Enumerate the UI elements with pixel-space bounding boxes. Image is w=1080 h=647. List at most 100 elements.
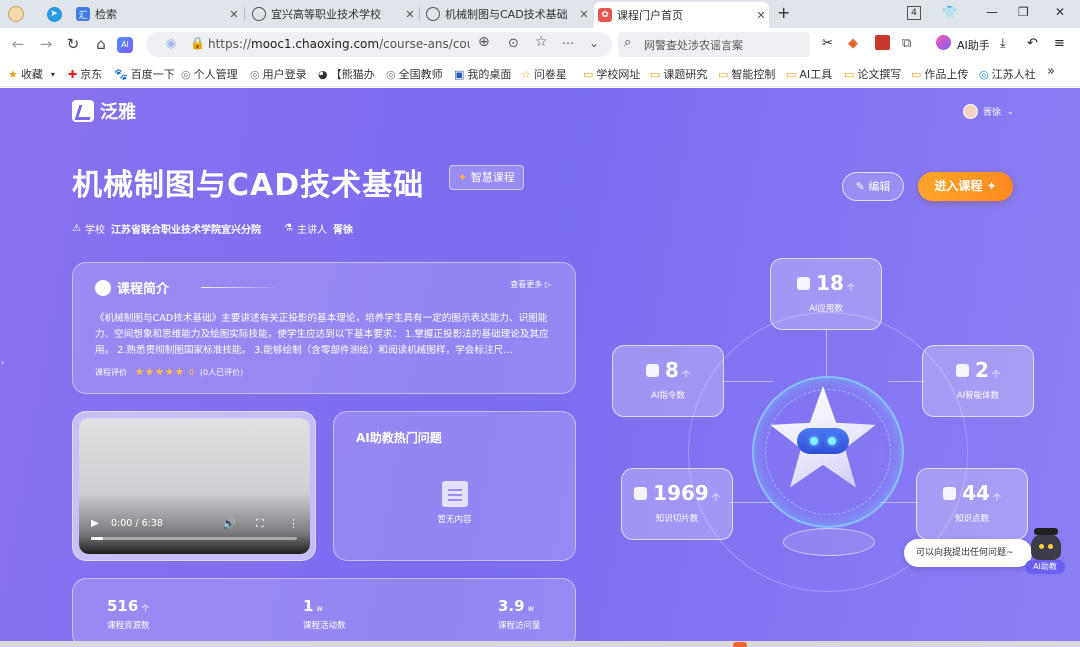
- bookmark-desktop[interactable]: ▣ 我的桌面: [454, 66, 511, 82]
- metric-unit: 个: [846, 283, 855, 292]
- video-progress-bar[interactable]: [91, 537, 297, 540]
- smart-tag-label: 智慧课程: [470, 171, 515, 184]
- globe-icon: ◎: [979, 67, 989, 81]
- fullscreen-icon[interactable]: ⛶: [256, 517, 264, 531]
- reload-icon[interactable]: ↻: [63, 35, 83, 53]
- tab-portal-home[interactable]: ✿ 课程门户首页 ✕: [594, 2, 769, 28]
- ai-browser-icon[interactable]: AI: [117, 37, 133, 53]
- tab-school[interactable]: 宜兴高等职业技术学校 ✕: [248, 2, 418, 26]
- view-more-link[interactable]: 查看更多 ▷: [510, 279, 551, 290]
- metric-unit: 个: [991, 370, 1000, 379]
- window-close-icon[interactable]: ✕: [1055, 5, 1065, 19]
- globe-icon: [426, 7, 440, 21]
- metric-ai-agents[interactable]: 2个 AI智能体数: [922, 345, 1034, 417]
- bookmark-label: 百度一下: [130, 68, 175, 81]
- bookmark-label: 学校网址: [596, 68, 641, 81]
- undo-icon[interactable]: ↶: [1027, 36, 1038, 51]
- minimize-icon[interactable]: —: [986, 5, 998, 19]
- play-icon[interactable]: ▶: [91, 518, 99, 529]
- shirt-icon[interactable]: 👕: [942, 5, 957, 19]
- bookmark-folder-school[interactable]: ▭ 学校网址: [583, 66, 640, 82]
- close-icon[interactable]: ✕: [576, 8, 592, 21]
- ai-assistant-icon[interactable]: [936, 35, 951, 50]
- lecturer-icon: ⚗: [284, 223, 293, 234]
- video-time: 0:00 / 6:38: [111, 518, 163, 529]
- edit-button[interactable]: ✎ 编辑: [842, 172, 904, 201]
- fox-extension-icon[interactable]: ◆: [848, 36, 858, 51]
- bookmark-folder-research[interactable]: ▭ 课题研究: [650, 66, 707, 82]
- intro-icon: [95, 279, 111, 296]
- tab-count-button[interactable]: 4: [907, 6, 921, 20]
- metric-value: 8: [665, 358, 679, 382]
- jd-icon: ✚: [68, 67, 78, 81]
- rating-stars[interactable]: ★★★★★: [135, 367, 185, 378]
- url-prefix: https://: [208, 37, 252, 51]
- lecturer-label: 主讲人: [296, 225, 327, 236]
- bookmark-folder-ai[interactable]: ▭ AI工具: [786, 66, 832, 82]
- forward-icon[interactable]: →: [36, 35, 56, 53]
- w-extension-icon[interactable]: [875, 35, 890, 50]
- download-icon[interactable]: ⤓: [1000, 36, 1006, 51]
- metric-knowledge-points[interactable]: 44 个 知识点数: [916, 468, 1028, 540]
- close-icon[interactable]: ✕: [753, 9, 769, 22]
- metric-knowledge-slices[interactable]: 1969 个 知识切片数: [621, 468, 733, 540]
- bookmark-favorites[interactable]: ★ 收藏 ▾: [8, 66, 55, 82]
- bookmark-personal[interactable]: ◎ 个人管理: [181, 66, 238, 82]
- zoom-icon[interactable]: ⊕: [478, 34, 490, 50]
- home-icon[interactable]: ⌂: [91, 35, 111, 53]
- empty-document-icon: [442, 481, 468, 507]
- url-text[interactable]: https://mooc1.chaoxing.com/course-ans/co…: [208, 37, 470, 51]
- bookmark-wjx[interactable]: ☆ 问卷星: [521, 66, 567, 82]
- close-icon[interactable]: ✕: [226, 8, 242, 21]
- telegram-icon[interactable]: ➤: [44, 4, 64, 24]
- stat-label: 课程资源数: [107, 621, 150, 631]
- ai-assistant-label[interactable]: AI助手: [957, 37, 990, 53]
- bookmark-folder-control[interactable]: ▭ 智能控制: [718, 66, 775, 82]
- bookmark-folder-upload[interactable]: ▭ 作品上传: [911, 66, 968, 82]
- location-icon[interactable]: ⊙: [508, 36, 519, 51]
- metric-ai-apps[interactable]: 18 个 AI应用数: [770, 258, 882, 330]
- bookmark-star-icon[interactable]: ☆: [535, 34, 548, 50]
- back-icon[interactable]: ←: [8, 35, 28, 53]
- tab-search[interactable]: 汇 检索 ✕: [72, 2, 242, 26]
- metric-ai-commands[interactable]: 8个 AI指令数: [612, 345, 724, 417]
- ai-tutor-icon[interactable]: [1031, 528, 1061, 560]
- chevron-down-icon[interactable]: ⌄: [589, 36, 599, 50]
- user-menu[interactable]: 胥徐 ⌄: [963, 104, 1014, 119]
- sparkle-icon: ✦: [458, 171, 468, 184]
- avatar: [963, 104, 978, 119]
- fanya-logo-icon: [72, 100, 94, 122]
- taskbar-app-icon[interactable]: [733, 642, 747, 647]
- search-box[interactable]: ⌕ 网警查处涉农谣言案: [618, 32, 810, 57]
- connector-line: [723, 381, 773, 382]
- intro-text: 《机械制图与CAD技术基础》主要讲述有关正投影的基本理论，培养学生具有一定的图示…: [95, 313, 549, 356]
- bookmark-jiangsu[interactable]: ◎ 江苏人社: [979, 66, 1036, 82]
- bookmark-login[interactable]: ◎ 用户登录: [250, 66, 307, 82]
- bookmark-baidu[interactable]: 🐾 百度一下: [114, 66, 175, 82]
- more-options-icon[interactable]: ⋮: [288, 517, 299, 530]
- bookmark-folder-paper[interactable]: ▭ 论文撰写: [844, 66, 901, 82]
- ask-question-bubble[interactable]: 可以向我提出任何问题~: [904, 539, 1032, 567]
- menu-icon[interactable]: ≡: [1054, 36, 1065, 51]
- bookmark-jd[interactable]: ✚ 京东: [68, 66, 102, 82]
- address-bar[interactable]: ◉ 🔒 https://mooc1.chaoxing.com/course-an…: [146, 32, 612, 57]
- bookmark-panda[interactable]: ◕ 【熊猫办: [318, 66, 375, 82]
- stat-resources: 516 个 课程资源数: [107, 597, 150, 631]
- metric-label: AI应用数: [809, 304, 843, 314]
- side-caret-icon[interactable]: ›: [1, 358, 4, 367]
- more-bookmarks-icon[interactable]: »: [1047, 64, 1055, 79]
- video-player[interactable]: ▶ 0:00 / 6:38 🔊 ⛶ ⋮: [79, 418, 310, 554]
- new-tab-button[interactable]: +: [777, 3, 790, 22]
- enter-course-button[interactable]: 进入课程 ✦: [918, 172, 1013, 201]
- close-icon[interactable]: ✕: [402, 8, 418, 21]
- restore-icon[interactable]: ❐: [1018, 5, 1029, 19]
- bookmark-teachers[interactable]: ◎ 全国教师: [386, 66, 443, 82]
- scissors-icon[interactable]: ✂: [822, 36, 833, 51]
- tab-course[interactable]: 机械制图与CAD技术基础 ✕: [422, 2, 592, 26]
- volume-icon[interactable]: 🔊: [222, 517, 236, 530]
- puzzle-icon[interactable]: ⧉: [902, 36, 911, 51]
- profile-avatar-icon[interactable]: [6, 4, 26, 24]
- ai-tutor-button[interactable]: AI助教: [1025, 560, 1065, 574]
- more-dots-icon[interactable]: ⋯: [562, 36, 574, 50]
- rating-score: 0: [188, 368, 194, 377]
